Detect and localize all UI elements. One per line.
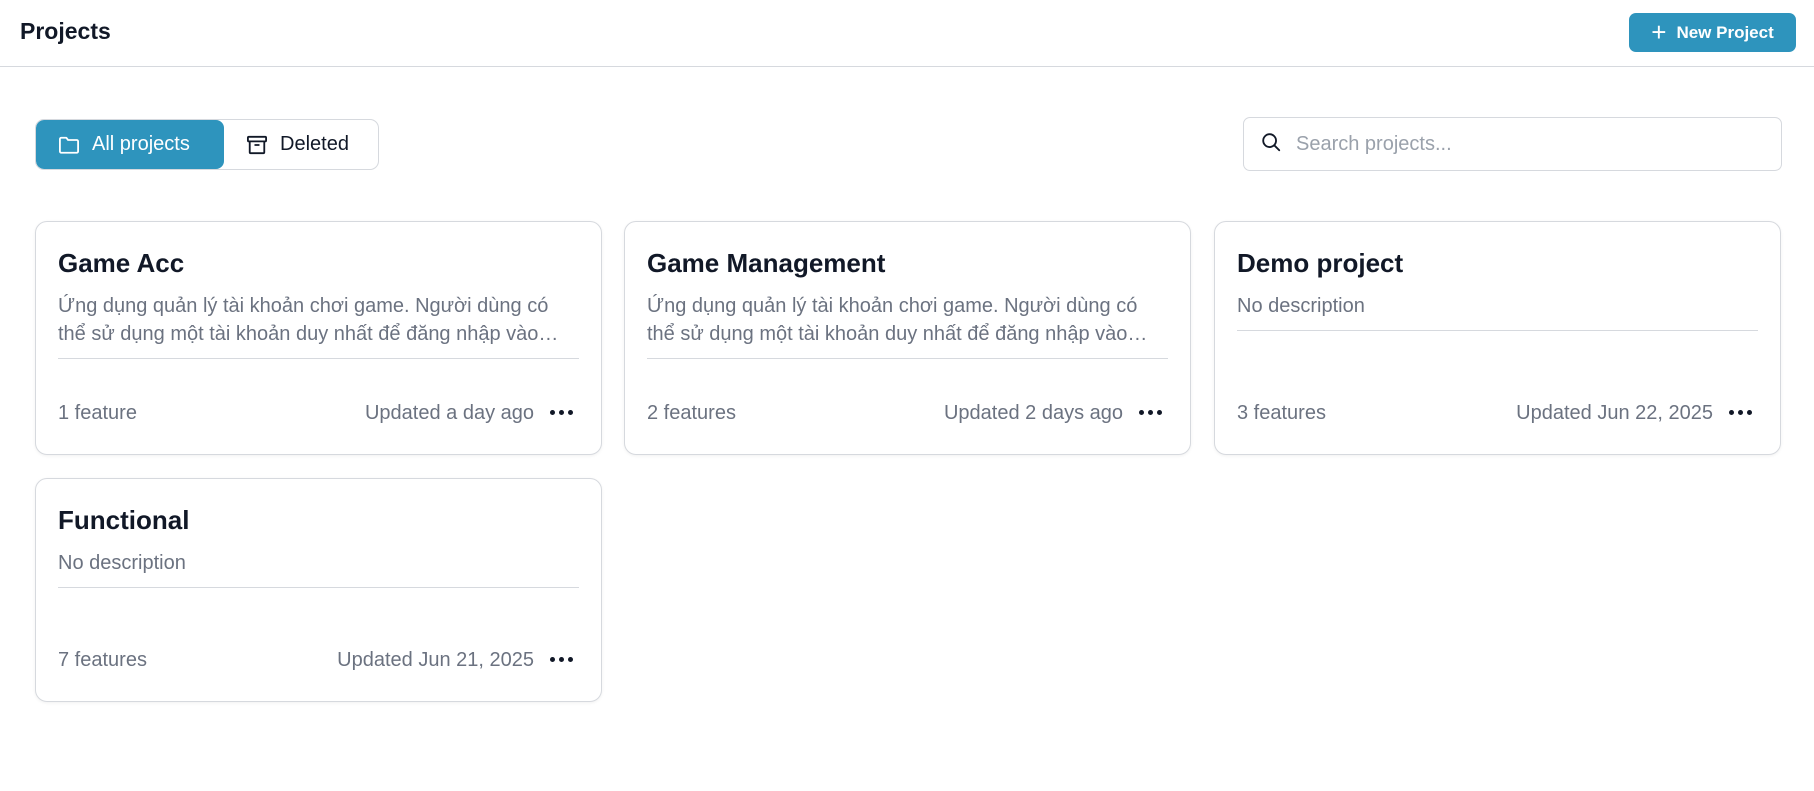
updated-time: Updated Jun 22, 2025 [1516,402,1713,424]
project-title: Game Management [647,248,886,278]
search-icon [1260,131,1282,158]
archive-icon [246,135,268,155]
project-card[interactable]: Demo project No description 3 features U… [1214,221,1781,455]
folder-icon [58,135,80,155]
updated-time: Updated Jun 21, 2025 [337,649,534,671]
ellipsis-icon [1138,409,1162,415]
more-options-button[interactable] [548,399,574,425]
ellipsis-icon [1728,409,1752,415]
project-description: Ứng dụng quản lý tài khoản chơi game. Ng… [647,295,1138,345]
search-box [1243,117,1782,171]
card-divider [647,358,1168,359]
search-input[interactable] [1296,132,1756,156]
project-title: Functional [58,505,190,535]
top-bar: Projects + New Project [0,0,1814,67]
feature-count: 3 features [1237,402,1326,424]
tab-all-projects-label: All projects [92,133,190,155]
more-options-button[interactable] [1137,399,1163,425]
project-filter-tabs: All projects Deleted [35,119,379,170]
project-description: No description [1237,295,1365,317]
feature-count: 1 feature [58,402,137,424]
card-divider [58,358,579,359]
updated-time: Updated 2 days ago [943,402,1123,424]
project-description: No description [58,552,186,574]
page-title: Projects [20,18,111,44]
card-divider [1237,330,1758,331]
plus-icon: + [1651,16,1667,47]
card-divider [58,587,579,588]
project-card[interactable]: Game Acc Ứng dụng quản lý tài khoản chơi… [35,221,602,455]
feature-count: 7 features [58,649,147,671]
tab-deleted-label: Deleted [280,133,349,155]
more-options-button[interactable] [548,646,574,672]
ellipsis-icon [549,656,573,662]
more-options-button[interactable] [1727,399,1753,425]
ellipsis-icon [549,409,573,415]
project-description: Ứng dụng quản lý tài khoản chơi game. Ng… [58,295,549,345]
project-title: Game Acc [58,248,185,278]
feature-count: 2 features [647,402,736,424]
new-project-button[interactable]: + New Project [1629,13,1796,52]
project-card[interactable]: Game Management Ứng dụng quản lý tài kho… [624,221,1191,455]
tab-deleted[interactable]: Deleted [224,120,349,169]
project-title: Demo project [1237,248,1404,278]
tab-all-projects[interactable]: All projects [36,120,224,169]
project-card[interactable]: Functional No description 7 features Upd… [35,478,602,702]
updated-time: Updated a day ago [364,402,534,424]
new-project-label: New Project [1676,22,1774,42]
